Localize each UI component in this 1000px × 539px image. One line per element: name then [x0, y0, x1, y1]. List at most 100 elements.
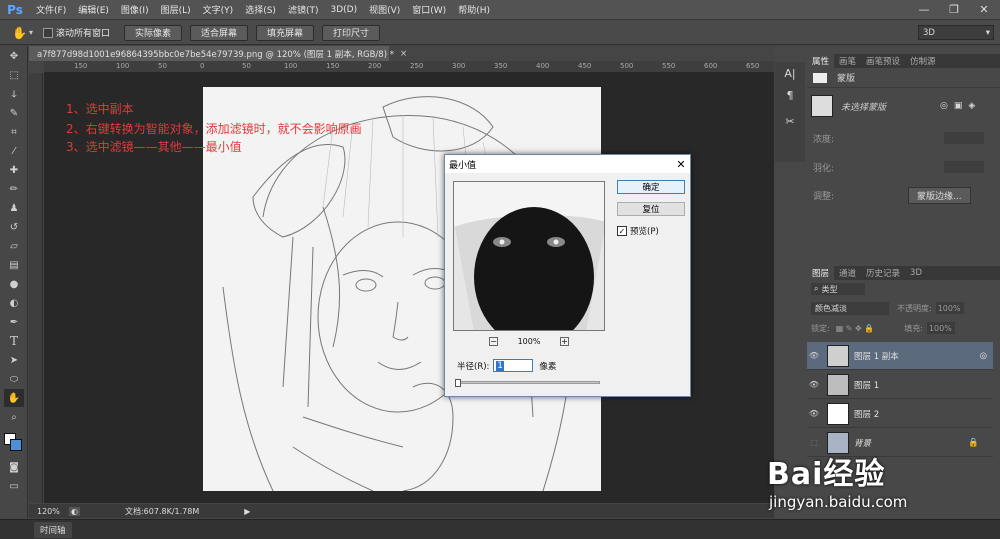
- workspace-select[interactable]: 3D ▾: [918, 25, 994, 40]
- add-pixel-mask-icon[interactable]: ▣: [954, 101, 963, 111]
- radius-input[interactable]: 1: [493, 359, 534, 372]
- close-tab-icon[interactable]: ×: [400, 49, 407, 59]
- radius-slider[interactable]: [455, 379, 600, 387]
- preview-checkbox[interactable]: ✓ 预览(P): [617, 225, 659, 237]
- menu-type[interactable]: 文字(Y): [197, 3, 240, 16]
- restore-button[interactable]: ❐: [940, 0, 968, 19]
- menu-window[interactable]: 窗口(W): [406, 3, 452, 16]
- lasso-tool-icon[interactable]: ↆ: [4, 85, 24, 103]
- crop-tool-icon[interactable]: ⌗: [4, 123, 24, 141]
- pen-tool-icon[interactable]: ✒: [4, 313, 24, 331]
- history-brush-tool-icon[interactable]: ↺: [4, 218, 24, 236]
- shape-tool-icon[interactable]: ⬭: [4, 370, 24, 388]
- screen-mode-icon[interactable]: ▭: [4, 477, 24, 495]
- menu-layer[interactable]: 图层(L): [155, 3, 197, 16]
- ruler-tick: 550: [662, 62, 676, 70]
- eye-icon[interactable]: 👁: [807, 351, 821, 360]
- clone-stamp-tool-icon[interactable]: ♟: [4, 199, 24, 217]
- quick-select-tool-icon[interactable]: ✎: [4, 104, 24, 122]
- lock-icons[interactable]: ▦ ✎ ✥ 🔒: [836, 324, 875, 333]
- eye-icon[interactable]: 👁: [807, 409, 821, 418]
- tab-history[interactable]: 历史记录: [861, 266, 905, 280]
- zoom-level[interactable]: 120%: [29, 507, 65, 516]
- filter-preview[interactable]: [453, 181, 605, 331]
- tab-3d[interactable]: 3D: [905, 266, 927, 280]
- marquee-tool-icon[interactable]: ⬚: [4, 66, 24, 84]
- layer-kind-select[interactable]: ⌕ 类型: [811, 283, 865, 295]
- menu-bar: Ps 文件(F) 编辑(E) 图像(I) 图层(L) 文字(Y) 选择(S) 滤…: [0, 0, 1000, 20]
- print-size-button[interactable]: 打印尺寸: [322, 24, 381, 41]
- tab-layers[interactable]: 图层: [807, 266, 835, 280]
- minimize-button[interactable]: —: [910, 0, 938, 19]
- quick-mask-icon[interactable]: ◙: [4, 458, 24, 476]
- instruction-step-1: 1、选中副本: [66, 102, 134, 116]
- mask-thumbnail[interactable]: [811, 95, 833, 117]
- close-icon[interactable]: ✕: [672, 158, 690, 171]
- close-window-button[interactable]: ✕: [970, 0, 998, 19]
- layer-row-layer1[interactable]: 👁 图层 1: [807, 371, 993, 399]
- hand-tool-icon[interactable]: ✋: [4, 389, 24, 407]
- menu-edit[interactable]: 编辑(E): [72, 3, 115, 16]
- menu-image[interactable]: 图像(I): [115, 3, 155, 16]
- gradient-tool-icon[interactable]: ▤: [4, 256, 24, 274]
- fill-screen-button[interactable]: 填充屏幕: [256, 24, 315, 41]
- radius-slider-handle[interactable]: [455, 379, 461, 387]
- mask-edge-button[interactable]: 蒙版边缘...: [908, 186, 971, 204]
- reset-button[interactable]: 复位: [617, 202, 685, 216]
- menu-select[interactable]: 选择(S): [239, 3, 282, 16]
- tab-channels[interactable]: 通道: [834, 266, 861, 280]
- eye-icon[interactable]: 👁: [807, 380, 821, 389]
- blend-mode-select[interactable]: 颜色减淡: [811, 301, 889, 315]
- eyedropper-tool-icon[interactable]: ⁄: [4, 142, 24, 160]
- status-arrow-icon[interactable]: ▶: [244, 507, 250, 516]
- zoom-tool-icon[interactable]: ⌕: [4, 408, 24, 426]
- zoom-out-icon[interactable]: −: [489, 337, 498, 346]
- select-mask-icon[interactable]: ◎: [940, 101, 948, 111]
- tab-clone-source[interactable]: 仿制源: [905, 54, 941, 68]
- tab-properties[interactable]: 属性: [807, 54, 835, 68]
- fill-field[interactable]: 100%: [926, 322, 955, 334]
- eraser-tool-icon[interactable]: ▱: [4, 237, 24, 255]
- add-vector-mask-icon[interactable]: ◈: [968, 101, 975, 111]
- density-field[interactable]: [944, 132, 985, 144]
- opacity-label: 不透明度:: [897, 303, 932, 313]
- tool-preset-chevron-icon[interactable]: ▾: [29, 28, 33, 37]
- tab-brush[interactable]: 画笔: [834, 54, 861, 68]
- tab-brush-presets[interactable]: 画笔预设: [861, 54, 905, 68]
- status-bar: 120% ◐ 文档:607.8K/1.78M ▶: [29, 504, 774, 518]
- layer-row-layer1-copy[interactable]: 👁 图层 1 副本 ◎: [807, 342, 993, 370]
- blur-tool-icon[interactable]: ●: [4, 275, 24, 293]
- menu-view[interactable]: 视图(V): [363, 3, 406, 16]
- feather-field[interactable]: [944, 161, 985, 173]
- healing-brush-tool-icon[interactable]: ✚: [4, 161, 24, 179]
- timeline-tab[interactable]: 时间轴: [34, 521, 72, 538]
- document-tab[interactable]: a7f877d98d1001e96864395bbc0e7be54e79739.…: [29, 46, 407, 61]
- zoom-in-icon[interactable]: +: [560, 337, 569, 346]
- move-tool-icon[interactable]: ✥: [4, 47, 24, 65]
- menu-filter[interactable]: 滤镜(T): [282, 3, 325, 16]
- menu-3d[interactable]: 3D(D): [324, 5, 363, 15]
- fill-label: 填充:: [904, 323, 923, 333]
- hand-tool-icon[interactable]: ✋: [12, 26, 27, 40]
- path-select-tool-icon[interactable]: ➤: [4, 351, 24, 369]
- character-panel-icon[interactable]: A|: [775, 62, 805, 84]
- fit-screen-button[interactable]: 适合屏幕: [190, 24, 249, 41]
- tools-panel-icon[interactable]: ✂: [775, 106, 805, 136]
- menu-help[interactable]: 帮助(H): [452, 3, 496, 16]
- type-tool-icon[interactable]: T: [4, 332, 24, 350]
- brush-tool-icon[interactable]: ✏: [4, 180, 24, 198]
- ok-button[interactable]: 确定: [617, 180, 685, 194]
- dodge-tool-icon[interactable]: ◐: [4, 294, 24, 312]
- scroll-all-checkbox[interactable]: 滚动所有窗口: [42, 26, 110, 39]
- radius-label: 半径(R):: [457, 361, 490, 372]
- menu-file[interactable]: 文件(F): [30, 3, 72, 16]
- opacity-field[interactable]: 100%: [935, 302, 964, 314]
- actual-pixels-button[interactable]: 实际像素: [123, 24, 182, 41]
- checkbox-checked-icon[interactable]: ✓: [617, 226, 627, 236]
- status-menu-icon[interactable]: ◐: [69, 506, 80, 516]
- visibility-off-box[interactable]: □: [807, 438, 821, 447]
- background-color-swatch[interactable]: [10, 439, 22, 451]
- layer-row-layer2[interactable]: 👁 图层 2: [807, 400, 993, 428]
- paragraph-panel-icon[interactable]: ¶: [775, 84, 805, 106]
- checkbox-box[interactable]: [42, 27, 53, 38]
